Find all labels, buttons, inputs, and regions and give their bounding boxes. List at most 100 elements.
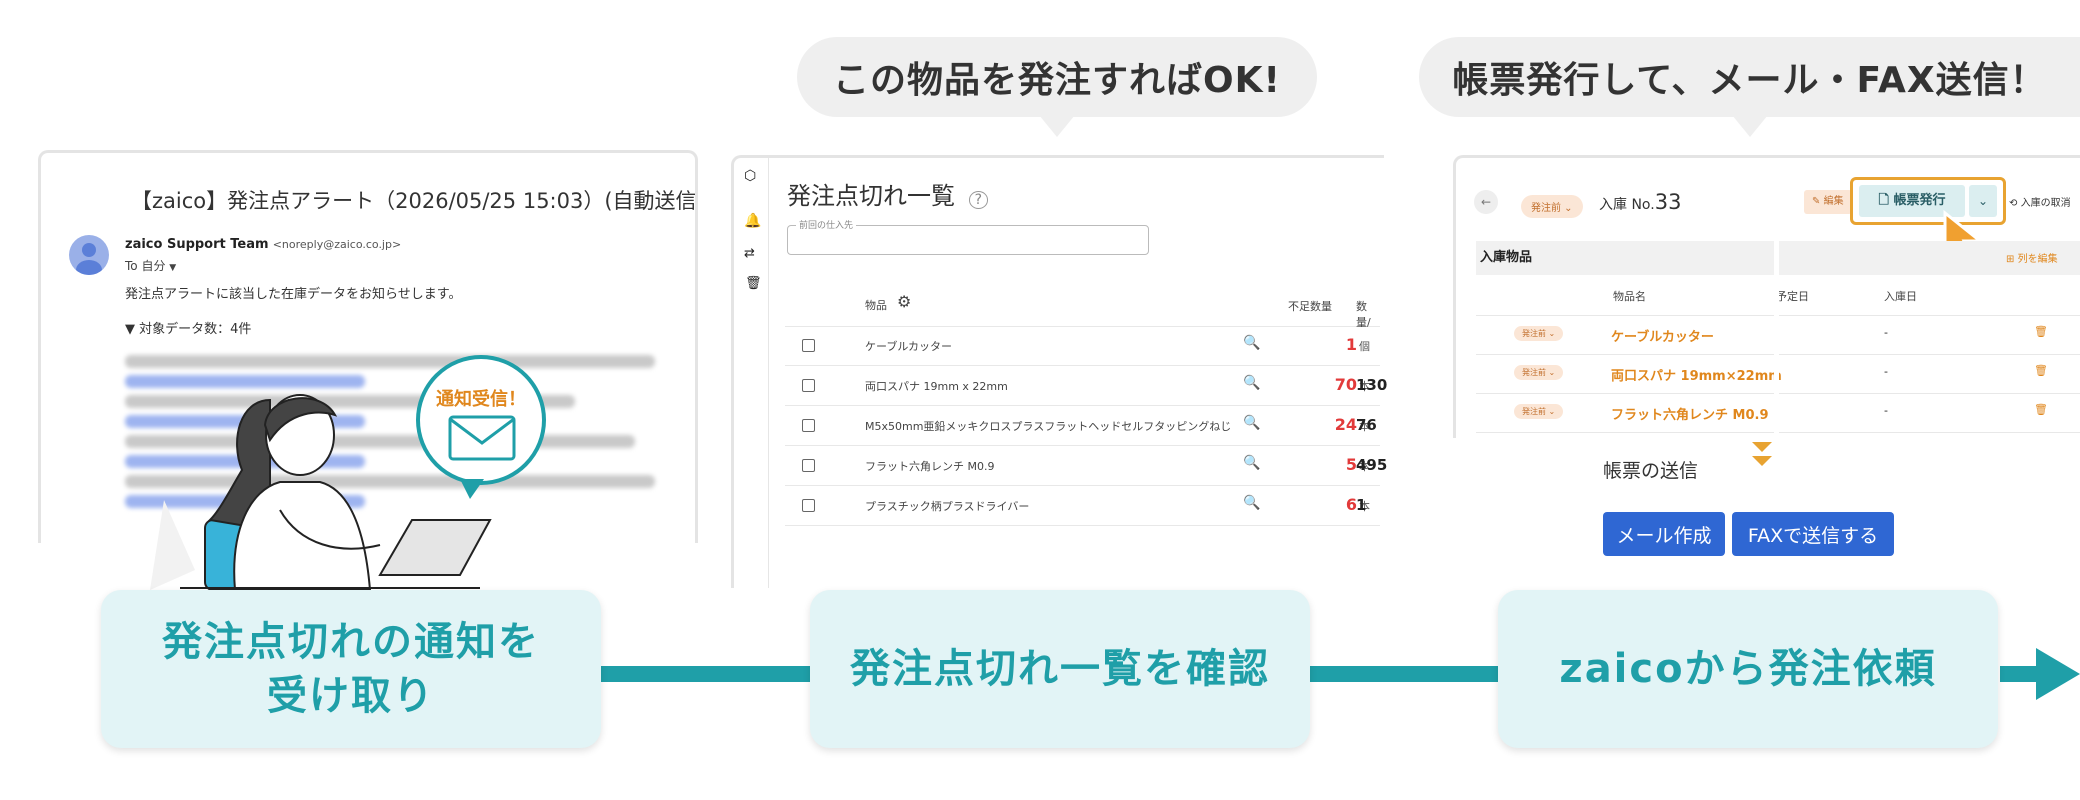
- row-checkbox[interactable]: [802, 499, 815, 512]
- delete-icon[interactable]: 🗑: [2034, 364, 2048, 377]
- arrow-right-icon: [2036, 648, 2080, 700]
- status-label: 発注前: [1531, 203, 1561, 214]
- double-chevron-down-icon: [1750, 440, 1774, 474]
- cancel-label: 入庫の取消: [2020, 198, 2071, 209]
- bell-icon[interactable]: 🔔: [744, 213, 761, 229]
- receipt-number: 33: [1654, 190, 1682, 214]
- status-badge[interactable]: 発注前 ⌄: [1514, 404, 1564, 419]
- cancel-receipt-button[interactable]: ⟲ 入庫の取消: [2009, 194, 2071, 209]
- col-shortage: 不足数量: [1288, 300, 1332, 313]
- column-edit-button[interactable]: ⊞ 列を編集: [2006, 250, 2058, 265]
- col-item: 物品: [865, 299, 887, 312]
- email-count: ▼ 対象データ数：4件: [125, 322, 252, 337]
- search-icon[interactable]: 🔍: [1243, 455, 1260, 471]
- status-label: 発注前: [1522, 407, 1546, 416]
- flow-connector: [600, 666, 812, 682]
- search-icon[interactable]: 🔍: [1243, 415, 1260, 431]
- table-row[interactable]: 両口スパナ 19mm x 22mm 🔍 70 本 130: [785, 366, 1387, 406]
- email-body-intro: 発注点アラートに該当した在庫データをお知らせします。: [125, 287, 462, 302]
- qty-value: 130: [1356, 376, 1388, 394]
- table-row[interactable]: フラット六角レンチ M0.9 🔍 5本 495: [785, 446, 1387, 486]
- search-icon[interactable]: 🔍: [1243, 495, 1260, 511]
- receipt-date: -: [1884, 404, 1888, 417]
- row-checkbox[interactable]: [802, 379, 815, 392]
- step-order-request: zaicoから発注依頼: [1498, 590, 1998, 748]
- status-badge[interactable]: 発注前 ⌄: [1514, 365, 1564, 380]
- unit: 個: [1359, 340, 1370, 353]
- table-row[interactable]: プラスチック柄プラスドライバー 🔍 6本 1: [785, 486, 1380, 526]
- send-document-title: 帳票の送信: [1603, 460, 1699, 482]
- shortage-value: 1: [1345, 335, 1357, 354]
- status-label: 発注前: [1522, 368, 1546, 377]
- shortage-value: 24: [1334, 415, 1357, 434]
- search-icon[interactable]: 🔍: [1243, 335, 1260, 351]
- avatar: [69, 235, 109, 275]
- row-checkbox[interactable]: [802, 419, 815, 432]
- receipt-date: -: [1884, 326, 1888, 339]
- item-name: ケーブルカッター: [865, 340, 953, 353]
- search-icon[interactable]: 🔍: [1243, 375, 1260, 391]
- col-date: 入庫日: [1884, 290, 1917, 303]
- step-label: 発注点切れの通知を: [162, 619, 540, 665]
- panel-divider: [1774, 225, 1779, 435]
- supplier-placeholder: 前回の仕入先: [796, 218, 857, 231]
- edit-label: 編集: [1823, 196, 1844, 207]
- item-name: フラット六角レンチ M0.9: [865, 460, 995, 473]
- step-check-list: 発注点切れ一覧を確認: [810, 590, 1310, 748]
- status-badge[interactable]: 発注前 ⌄: [1521, 195, 1583, 218]
- recipient-label: To 自分: [125, 259, 166, 273]
- qty-value: 1: [1356, 496, 1367, 514]
- notice-label: 通知受信！: [436, 389, 526, 410]
- delete-icon[interactable]: 🗑: [2034, 403, 2048, 416]
- document-icon: 🗋: [1878, 193, 1889, 208]
- table-row[interactable]: M5x50mm亜鉛メッキクロスプラスフラットヘッドセルフタッピングねじ 🔍 24…: [785, 406, 1380, 446]
- delete-icon[interactable]: 🗑: [2034, 325, 2048, 338]
- speech-bubble-panel2: この物品を発注すればOK!: [797, 37, 1317, 137]
- step-label: 受け取り: [267, 673, 435, 719]
- shortage-value: 70: [1334, 375, 1357, 394]
- issue-label: 帳票発行: [1893, 193, 1946, 208]
- box-icon[interactable]: ⬡: [744, 168, 756, 184]
- edit-button[interactable]: ✎ 編集: [1804, 190, 1852, 214]
- columns-icon: ⊞: [2006, 254, 2015, 265]
- table-row[interactable]: ケーブルカッター 🔍 1個: [785, 326, 1380, 366]
- list-header: 物品 ⚙ 不足数量 数量/: [785, 288, 1380, 329]
- row-checkbox[interactable]: [802, 339, 815, 352]
- item-name: M5x50mm亜鉛メッキクロスプラスフラットヘッドセルフタッピングねじ: [865, 420, 1232, 433]
- back-button[interactable]: ←: [1474, 190, 1498, 214]
- chevron-down-icon: ▼: [169, 263, 177, 273]
- section-header: 入庫物品: [1476, 241, 1780, 275]
- trash-icon[interactable]: 🗑: [745, 276, 762, 291]
- step-label: zaicoから発注依頼: [1559, 646, 1937, 692]
- item-name: 両口スパナ 19mm×22mm: [1611, 369, 1782, 384]
- qty-value: 76: [1356, 416, 1377, 434]
- speech-bubble-panel3: 帳票発行して、メール・FAX送信！: [1419, 37, 2080, 137]
- help-icon[interactable]: ?: [968, 191, 989, 209]
- create-mail-button[interactable]: メール作成: [1603, 512, 1725, 556]
- col-name: 物品名: [1613, 290, 1646, 303]
- mail-icon: [448, 415, 516, 461]
- sender-name: zaico Support Team: [125, 237, 269, 252]
- item-name: ケーブルカッター: [1611, 330, 1714, 345]
- row-checkbox[interactable]: [802, 459, 815, 472]
- bubble-text: この物品を発注すればOK!: [833, 60, 1281, 101]
- receipt-title: 入庫 No.33: [1599, 190, 1681, 214]
- pencil-icon: ✎: [1812, 196, 1821, 207]
- item-name: 両口スパナ 19mm x 22mm: [865, 380, 1008, 393]
- notification-received-badge: 通知受信！: [416, 355, 546, 499]
- gear-icon[interactable]: ⚙: [897, 292, 911, 311]
- send-fax-button[interactable]: FAXで送信する: [1732, 512, 1894, 556]
- undo-icon: ⟲: [2009, 198, 2018, 209]
- side-nav: ⬡ 🔔 ⇄ 🗑: [734, 158, 769, 588]
- status-badge[interactable]: 発注前 ⌄: [1514, 326, 1564, 341]
- transfer-icon[interactable]: ⇄: [744, 246, 755, 261]
- step-label: 発注点切れ一覧を確認: [850, 646, 1270, 692]
- item-name: フラット六角レンチ M0.9: [1611, 408, 1769, 423]
- flow-connector: [1310, 666, 1500, 682]
- recipient-toggle[interactable]: To 自分 ▼: [125, 257, 176, 274]
- receipt-title-prefix: 入庫 No.: [1599, 197, 1655, 213]
- step-receive-notification: 発注点切れの通知を 受け取り: [101, 590, 601, 748]
- sender-email: <noreply@zaico.co.jp>: [272, 238, 402, 251]
- col-planned: 予定日: [1776, 290, 1809, 303]
- supplier-input[interactable]: 前回の仕入先: [787, 218, 1149, 255]
